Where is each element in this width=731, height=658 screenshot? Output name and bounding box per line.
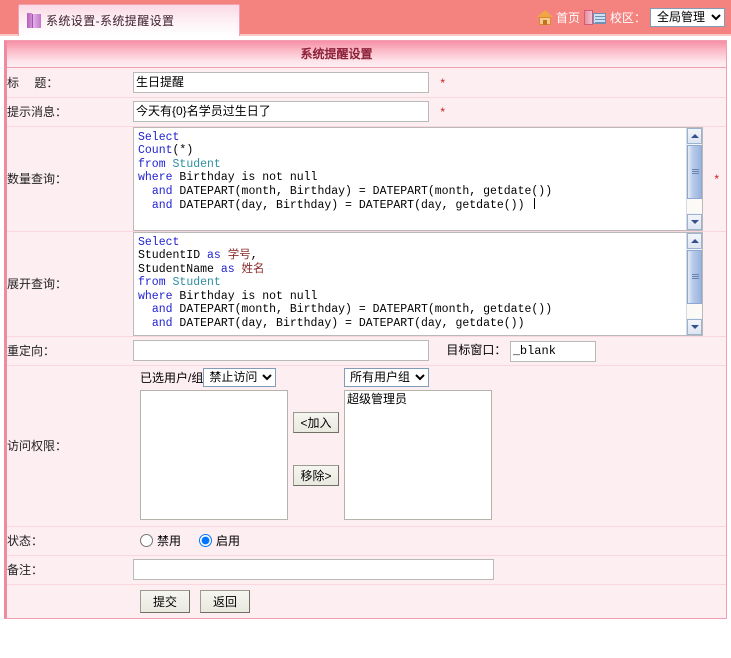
top-navigation: 首页 校区： 全局管理 [537,0,725,34]
count-query-code[interactable]: Select Count(*) from Student where Birth… [134,128,685,230]
status-radio-group: 禁用 启用 [133,532,726,549]
expand-query-editor[interactable]: Select StudentID as 学号, StudentName as 姓… [133,232,703,336]
selected-users-listbox[interactable] [140,390,288,520]
count-query-required-mark: * [714,172,719,186]
expand-query-scrollbar[interactable] [686,233,702,335]
status-enabled-label: 启用 [216,532,240,549]
scrollbar-trough[interactable] [687,199,702,213]
settings-panel: 系统提醒设置 标 题： * 提示消息： * 数量查询： [4,40,727,619]
book-icon [27,13,40,28]
scrollbar-thumb[interactable] [687,145,702,199]
browser-top-bar: 系统设置-系统提醒设置 首页 校区： 全局管理 [0,0,731,36]
text-caret [534,198,535,209]
remark-label: 备注： [7,555,133,584]
list-item[interactable]: 超级管理员 [347,392,491,407]
status-disabled-label: 禁用 [157,532,181,549]
campus-book-icon [584,10,606,25]
form-row-status: 状态： 禁用 启用 [7,526,726,555]
status-disabled-radio[interactable] [140,534,153,547]
remark-input[interactable] [133,559,494,580]
status-disabled-option[interactable]: 禁用 [140,532,181,549]
campus-label: 校区： [610,9,646,26]
message-input[interactable] [133,101,429,122]
status-enabled-option[interactable]: 启用 [199,532,240,549]
house-icon [537,10,553,25]
form-row-actions: 提交 返回 [7,584,726,618]
target-window-label: 目标窗口： [446,343,506,357]
home-link[interactable]: 首页 [537,9,580,26]
permission-button-column: <加入 移除> [293,412,339,486]
selected-users-label: 已选用户/组 [140,369,203,386]
reminder-settings-form: 标 题： * 提示消息： * 数量查询： Select C [7,68,726,618]
window-tab[interactable]: 系统设置-系统提醒设置 [18,4,240,36]
count-query-scrollbar[interactable] [686,128,702,230]
form-row-remark: 备注： [7,555,726,584]
access-mode-select[interactable]: 禁止访问 [203,368,276,387]
title-label: 标 题： [7,68,133,97]
scroll-up-icon[interactable] [687,233,702,249]
page-title: 系统提醒设置 [7,41,726,68]
form-row-message: 提示消息： * [7,97,726,126]
form-row-title: 标 题： * [7,68,726,97]
permission-body: <加入 移除> 超级管理员 [133,390,726,526]
count-query-editor[interactable]: Select Count(*) from Student where Birth… [133,127,703,231]
campus-select[interactable]: 全局管理 [650,8,725,27]
add-button[interactable]: <加入 [293,412,339,433]
permission-label: 访问权限： [7,365,133,526]
expand-query-label: 展开查询： [7,231,133,336]
form-row-expand-query: 展开查询： Select StudentID as 学号, StudentNam… [7,231,726,336]
form-row-count-query: 数量查询： Select Count(*) from Student where… [7,126,726,231]
submit-button[interactable]: 提交 [140,590,190,613]
count-query-label: 数量查询： [7,126,133,231]
scroll-down-icon[interactable] [687,319,702,335]
scroll-down-icon[interactable] [687,214,702,230]
form-row-redirect: 重定向： 目标窗口： [7,336,726,365]
title-required-mark: * [440,76,445,90]
actions-spacer [7,584,133,618]
message-required-mark: * [440,105,445,119]
message-label: 提示消息： [7,97,133,126]
back-button[interactable]: 返回 [200,590,250,613]
permission-header: 已选用户/组 禁止访问 所有用户组 [133,366,726,390]
expand-query-code[interactable]: Select StudentID as 学号, StudentName as 姓… [134,233,685,335]
form-row-permission: 访问权限： 已选用户/组 禁止访问 所有用户组 [7,365,726,526]
status-enabled-radio[interactable] [199,534,212,547]
target-window-input[interactable] [510,341,596,362]
title-input[interactable] [133,72,429,93]
home-link-label: 首页 [556,9,580,26]
scroll-up-icon[interactable] [687,128,702,144]
status-label: 状态： [7,526,133,555]
scrollbar-thumb[interactable] [687,250,702,304]
window-tab-title: 系统设置-系统提醒设置 [46,12,174,29]
action-buttons: 提交 返回 [133,585,726,618]
scrollbar-trough[interactable] [687,304,702,318]
redirect-input[interactable] [133,340,429,361]
redirect-label: 重定向： [7,336,133,365]
available-users-listbox[interactable]: 超级管理员 [344,390,492,520]
remove-button[interactable]: 移除> [293,465,339,486]
user-group-select[interactable]: 所有用户组 [344,368,429,387]
